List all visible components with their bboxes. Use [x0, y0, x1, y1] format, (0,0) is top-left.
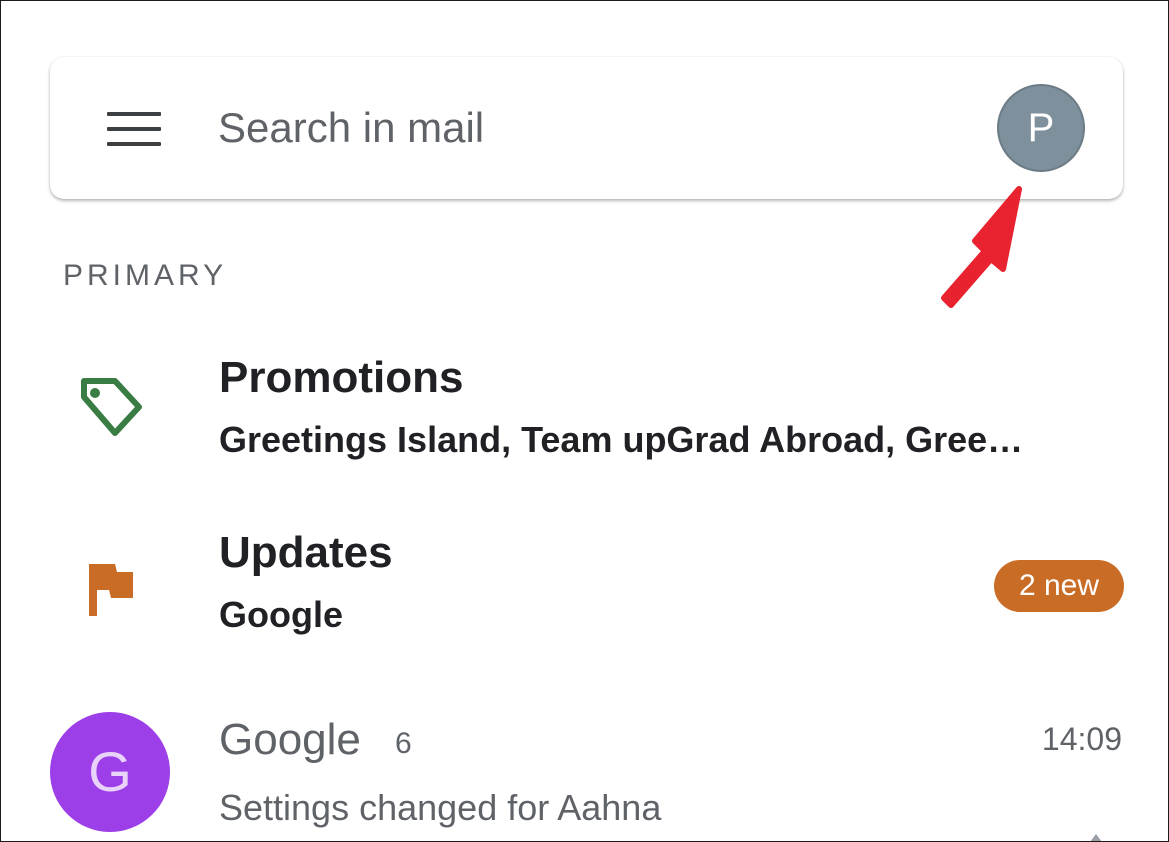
category-title: Promotions — [219, 353, 464, 402]
new-count-badge: 2 new — [994, 560, 1124, 612]
search-bar[interactable]: P — [50, 57, 1123, 199]
section-label-primary: PRIMARY — [63, 259, 228, 292]
category-senders: Google — [219, 594, 343, 635]
hamburger-menu-icon[interactable] — [107, 110, 161, 148]
gmail-inbox: P PRIMARY Promotions Greetings Island, T… — [0, 0, 1169, 842]
account-avatar[interactable]: P — [997, 84, 1085, 172]
category-row-updates[interactable]: Updates Google 2 new — [1, 516, 1168, 656]
category-senders: Greetings Island, Team upGrad Abroad, Gr… — [219, 419, 1024, 460]
tag-icon — [81, 378, 142, 436]
search-input[interactable] — [218, 97, 918, 159]
email-snippet: Settings changed for Aahna — [219, 787, 662, 828]
annotation-arrow-icon — [941, 186, 1022, 308]
thread-count: 6 — [395, 727, 412, 760]
email-time: 14:09 — [1041, 721, 1122, 757]
email-row[interactable]: G Google 6 14:09 Settings changed for Aa… — [1, 701, 1168, 842]
sender-avatar[interactable]: G — [50, 712, 170, 832]
category-title: Updates — [219, 528, 393, 577]
flag-icon — [89, 564, 133, 616]
email-sender: Google — [219, 715, 361, 764]
star-icon[interactable] — [1090, 834, 1102, 842]
category-row-promotions[interactable]: Promotions Greetings Island, Team upGrad… — [1, 341, 1168, 481]
